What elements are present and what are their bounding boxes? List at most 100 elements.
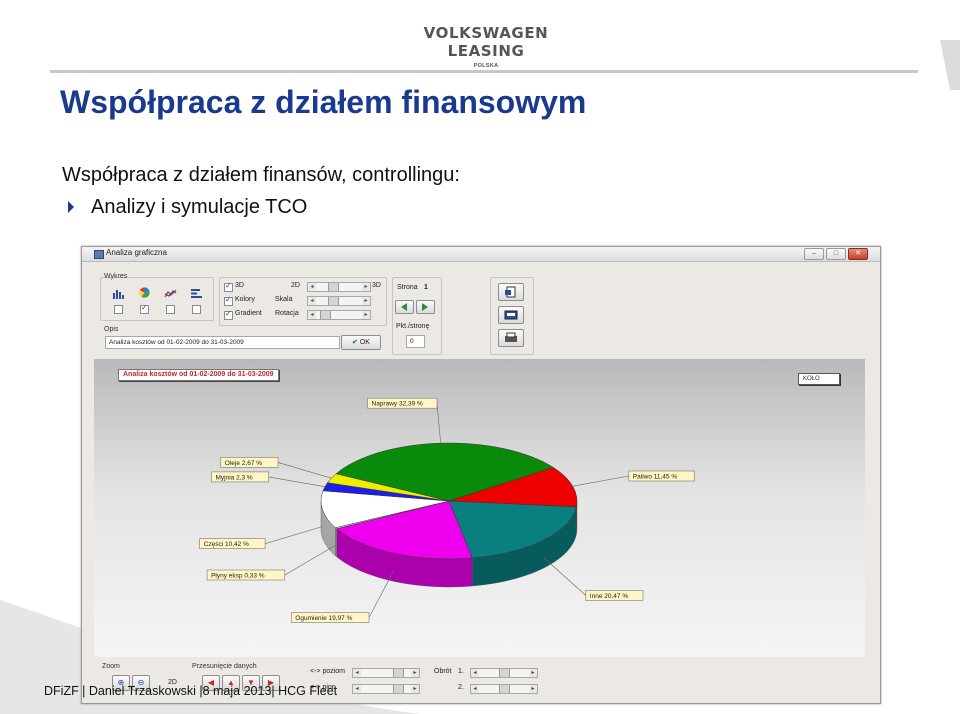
slider-left-icon[interactable]: ◂ bbox=[353, 669, 361, 677]
slider-right-icon[interactable]: ▸ bbox=[362, 311, 370, 319]
vertical-slider[interactable]: ◂ ▸ bbox=[352, 684, 420, 694]
axis-1-label: 1. bbox=[458, 668, 464, 675]
close-button[interactable]: ✕ bbox=[848, 248, 868, 260]
slider-thumb[interactable] bbox=[393, 669, 404, 677]
maximize-button[interactable]: □ bbox=[826, 248, 846, 260]
gradient-label: Gradient bbox=[235, 310, 262, 317]
horizontal-label: <-> poziom bbox=[310, 668, 346, 675]
data-label-inne: Inne 20,47 % bbox=[590, 593, 629, 600]
slide-subheading: Współpraca z działem finansów, controlli… bbox=[62, 164, 460, 186]
label-leader-line bbox=[277, 462, 332, 479]
data-label-plyny-eksp: Płyny eksp 0,33 % bbox=[211, 573, 265, 580]
3d-checkbox[interactable] bbox=[224, 281, 233, 292]
depth-slider[interactable]: ◂ ▸ bbox=[307, 282, 371, 292]
label-leader-line bbox=[284, 544, 337, 576]
ok-button[interactable]: ✔ OK bbox=[341, 335, 381, 350]
label-leader-line bbox=[572, 475, 629, 487]
ok-label: OK bbox=[359, 339, 370, 346]
brand-country: POLSKA bbox=[473, 63, 499, 69]
line-chart-checkbox[interactable] bbox=[166, 305, 175, 314]
description-label: Opis bbox=[104, 326, 119, 333]
axis-1-slider[interactable]: ◂ ▸ bbox=[470, 668, 538, 678]
data-label-czesci: Części 10,42 % bbox=[204, 541, 249, 548]
print-button[interactable] bbox=[498, 329, 524, 347]
slide-footer: DFiZF | Daniel Trzaskowski |8 maja 2013|… bbox=[44, 684, 338, 698]
bullet-item: Analizy i symulacje TCO bbox=[68, 196, 307, 219]
header-divider bbox=[50, 70, 918, 73]
brand-logo: VOLKSWAGEN LEASING POLSKA bbox=[386, 24, 586, 69]
slider-thumb[interactable] bbox=[320, 311, 331, 319]
window-titlebar[interactable]: Analiza graficzna – □ ✕ bbox=[82, 247, 880, 262]
bar-chart-checkbox[interactable] bbox=[114, 305, 123, 314]
print-preview-button[interactable] bbox=[498, 306, 524, 324]
print-preview-icon bbox=[504, 310, 518, 320]
slider-thumb[interactable] bbox=[328, 283, 339, 291]
slider-right-icon[interactable]: ▸ bbox=[411, 669, 419, 677]
label-leader-line bbox=[268, 476, 325, 487]
label-leader-line bbox=[265, 526, 323, 544]
3d-label: 3D bbox=[235, 282, 244, 289]
slider-left-icon[interactable]: ◂ bbox=[353, 685, 361, 693]
bullet-text: Analizy i symulacje TCO bbox=[91, 196, 308, 218]
data-label-oleje: Oleje 2,67 % bbox=[225, 460, 262, 467]
bullet-arrow-icon bbox=[68, 201, 74, 213]
bar-chart-icon[interactable] bbox=[112, 288, 125, 299]
page-number: 1 bbox=[424, 284, 428, 291]
slider-right-icon[interactable]: ▸ bbox=[362, 283, 370, 291]
description-input[interactable]: Analiza kosztów od 01-02-2009 do 31-03-2… bbox=[105, 336, 340, 349]
points-per-page-input[interactable]: 0 bbox=[406, 335, 425, 348]
data-label-ogumienie: Ogumienie 19,97 % bbox=[295, 615, 352, 622]
colors-label: Kolory bbox=[235, 296, 255, 303]
pie-chart-icon[interactable] bbox=[138, 287, 151, 298]
slider-thumb[interactable] bbox=[499, 685, 510, 693]
gradient-checkbox[interactable] bbox=[224, 309, 233, 320]
export-button[interactable] bbox=[498, 283, 524, 301]
horizontal-bar-icon[interactable] bbox=[190, 288, 203, 299]
3d-end-label: 3D bbox=[372, 282, 381, 289]
chart-type-panel bbox=[100, 277, 214, 321]
rotation-slider[interactable]: ◂ ▸ bbox=[307, 310, 371, 320]
scale-slider[interactable]: ◂ ▸ bbox=[307, 296, 371, 306]
2d-label: 2D bbox=[291, 282, 300, 289]
slider-right-icon[interactable]: ▸ bbox=[529, 685, 537, 693]
slider-left-icon[interactable]: ◂ bbox=[308, 283, 316, 291]
chart-area: Analiza kosztów od 01-02-2009 do 31-03-2… bbox=[94, 359, 865, 657]
pie-chart: Naprawy 32,39 % Paliwo 11,45 % Inne 20,47 … bbox=[199, 397, 695, 623]
slider-right-icon[interactable]: ▸ bbox=[411, 685, 419, 693]
slider-left-icon[interactable]: ◂ bbox=[471, 685, 479, 693]
scale-label: Skala bbox=[275, 296, 293, 303]
axis-2-slider[interactable]: ◂ ▸ bbox=[470, 684, 538, 694]
points-per-page-label: Pkt./stronę bbox=[396, 323, 430, 330]
pie-chart-checkbox[interactable] bbox=[140, 303, 149, 314]
prev-page-button[interactable] bbox=[395, 300, 414, 314]
slider-left-icon[interactable]: ◂ bbox=[308, 297, 316, 305]
analysis-window: Analiza graficzna – □ ✕ Wykres 3D Kolory… bbox=[81, 246, 881, 704]
data-label-myjnia: Myjnia 2,3 % bbox=[216, 474, 253, 481]
chart-type-label: Wykres bbox=[104, 273, 128, 280]
page-label: Strona bbox=[397, 284, 418, 291]
slider-left-icon[interactable]: ◂ bbox=[471, 669, 479, 677]
line-chart-icon[interactable] bbox=[164, 288, 177, 299]
window-title: Analiza graficzna bbox=[106, 248, 167, 257]
data-label-naprawy: Naprawy 32,39 % bbox=[372, 401, 424, 408]
brand-name: VOLKSWAGEN LEASING bbox=[423, 24, 549, 60]
horizontal-bar-checkbox[interactable] bbox=[192, 305, 201, 314]
label-leader-line bbox=[436, 403, 441, 444]
data-label-paliwo: Paliwo 11,45 % bbox=[633, 474, 678, 481]
next-page-button[interactable] bbox=[416, 300, 435, 314]
print-icon bbox=[505, 332, 517, 342]
slider-thumb[interactable] bbox=[393, 685, 404, 693]
rotation-axis-label: Obrót bbox=[434, 668, 452, 675]
slider-right-icon[interactable]: ▸ bbox=[529, 669, 537, 677]
colors-checkbox[interactable] bbox=[224, 295, 233, 306]
axis-2-label: 2. bbox=[458, 684, 464, 691]
slider-right-icon[interactable]: ▸ bbox=[362, 297, 370, 305]
horizontal-slider[interactable]: ◂ ▸ bbox=[352, 668, 420, 678]
slider-left-icon[interactable]: ◂ bbox=[308, 311, 316, 319]
slider-thumb[interactable] bbox=[328, 297, 339, 305]
check-icon: ✔ bbox=[352, 339, 358, 346]
slider-thumb[interactable] bbox=[499, 669, 510, 677]
data-shift-label: Przesunięcie danych bbox=[192, 663, 257, 670]
export-icon bbox=[505, 286, 516, 298]
minimize-button[interactable]: – bbox=[804, 248, 824, 260]
